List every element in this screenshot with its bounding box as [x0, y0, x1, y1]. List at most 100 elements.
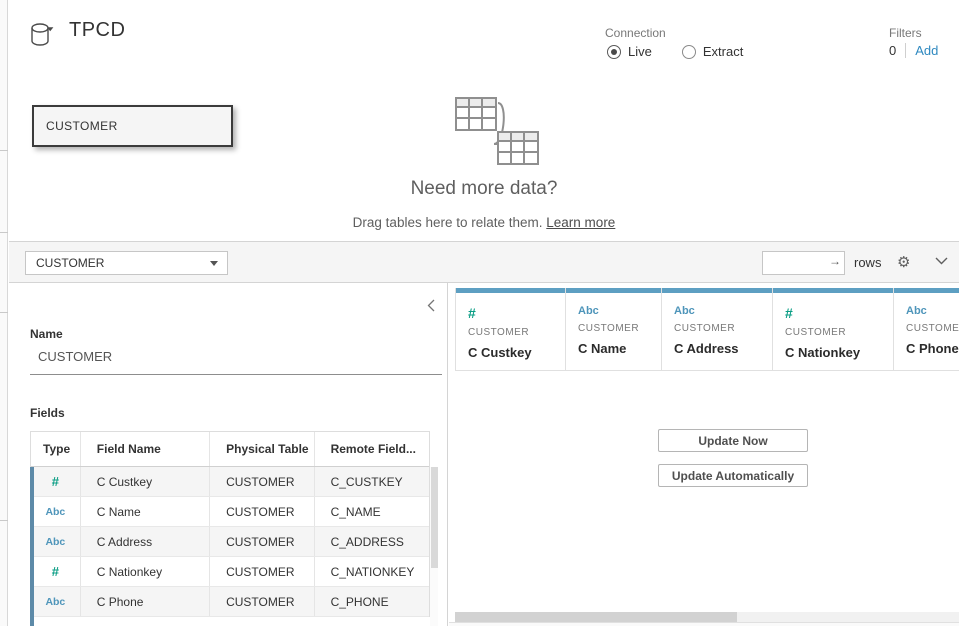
table-select-value: CUSTOMER — [36, 256, 104, 270]
column-table-name: CUSTOMER — [785, 327, 893, 338]
grid-toolbar: CUSTOMER → rows ⚙ — [9, 241, 959, 283]
field-row[interactable]: #C CustkeyCUSTOMERC_CUSTKEY — [31, 467, 429, 497]
fields-column-header[interactable]: Type — [31, 432, 81, 466]
column-accent-bar — [662, 288, 772, 293]
filters-divider — [905, 43, 906, 58]
fields-column-header[interactable]: Remote Field... — [315, 432, 429, 466]
filters-group: Filters 0 Add — [889, 26, 922, 40]
fields-table: TypeField NamePhysical TableRemote Field… — [30, 431, 430, 617]
column-field-name: C Address — [674, 341, 772, 356]
field-cell: C_ADDRESS — [315, 527, 429, 556]
field-cell: Abc — [31, 587, 81, 616]
data-grid-header: #CUSTOMERC CustkeyAbcCUSTOMERC NameAbcCU… — [455, 288, 959, 370]
string-type-icon: Abc — [45, 596, 65, 608]
grid-column-header[interactable]: AbcCUSTOMERC Name — [566, 288, 662, 370]
filters-count: 0 — [889, 43, 896, 58]
number-type-icon: # — [468, 305, 565, 321]
field-row[interactable]: AbcC PhoneCUSTOMERC_PHONE — [31, 587, 429, 617]
rows-arrow-icon[interactable]: → — [829, 254, 841, 268]
gear-icon[interactable]: ⚙ — [897, 253, 910, 271]
field-cell: C Name — [81, 497, 210, 526]
grid-horizontal-scroll-thumb[interactable] — [455, 612, 737, 622]
column-accent-bar — [773, 288, 893, 293]
connection-label: Connection — [605, 26, 666, 40]
column-accent-bar — [894, 288, 959, 293]
string-type-icon: Abc — [906, 305, 959, 317]
column-accent-bar — [456, 288, 565, 293]
field-row[interactable]: AbcC NameCUSTOMERC_NAME — [31, 497, 429, 527]
radio-extract[interactable] — [682, 45, 696, 59]
number-type-icon: # — [52, 474, 59, 489]
name-input-underline — [30, 374, 442, 375]
grid-bottom-strip — [449, 622, 959, 626]
radio-live-label: Live — [628, 44, 652, 59]
datasource-header: TPCD Connection Live Extract Filters 0 A… — [9, 0, 959, 90]
filters-add-link[interactable]: Add — [915, 43, 938, 58]
learn-more-link[interactable]: Learn more — [546, 215, 615, 230]
database-icon[interactable] — [30, 22, 64, 46]
datasource-title[interactable]: TPCD — [69, 19, 125, 42]
grid-column-header[interactable]: Abc CUSTOMER C Phone — [894, 288, 959, 370]
grid-header-divider — [455, 370, 959, 371]
collapse-panel-icon[interactable] — [427, 299, 435, 312]
fields-table-scrollbar[interactable] — [430, 467, 438, 626]
string-type-icon: Abc — [45, 506, 65, 518]
fields-table-header: TypeField NamePhysical TableRemote Field… — [31, 432, 429, 467]
radio-option-extract[interactable]: Extract — [682, 44, 743, 59]
field-cell: Abc — [31, 527, 81, 556]
grid-column-header[interactable]: AbcCUSTOMERC Address — [662, 288, 773, 370]
radio-option-live[interactable]: Live — [607, 44, 652, 59]
chevron-down-icon[interactable] — [935, 257, 948, 265]
field-cell: C Custkey — [81, 467, 210, 496]
grid-column-header[interactable]: #CUSTOMERC Nationkey — [773, 288, 894, 370]
column-accent-bar — [566, 288, 661, 293]
field-cell: C Nationkey — [81, 557, 210, 586]
field-cell: C Address — [81, 527, 210, 556]
update-automatically-button[interactable]: Update Automatically — [658, 464, 808, 487]
field-row[interactable]: AbcC AddressCUSTOMERC_ADDRESS — [31, 527, 429, 557]
connection-group: Connection Live Extract — [605, 26, 666, 40]
collapsed-pane-strip[interactable] — [0, 0, 8, 626]
field-metadata-panel: Name Fields TypeField NamePhysical Table… — [9, 283, 448, 626]
name-input[interactable] — [38, 349, 442, 364]
field-row[interactable]: # C NationkeyCUSTOMERC_NATIONKEY — [31, 557, 429, 587]
tables-relation-icon — [436, 92, 540, 168]
string-type-icon: Abc — [45, 536, 65, 548]
drag-tables-hint: Drag tables here to relate them. Learn m… — [9, 215, 959, 230]
pane-tick — [0, 150, 8, 151]
field-cell: # — [31, 467, 81, 496]
pane-tick — [0, 520, 8, 521]
column-field-name: C Phone — [906, 341, 959, 356]
fields-label: Fields — [30, 406, 65, 420]
grid-column-header[interactable]: #CUSTOMERC Custkey — [456, 288, 566, 370]
filters-label: Filters — [889, 26, 922, 40]
fields-table-selection-stripe — [30, 467, 34, 626]
pane-tick — [0, 232, 8, 233]
radio-live[interactable] — [607, 45, 621, 59]
field-cell: C_CUSTKEY — [315, 467, 429, 496]
table-select-dropdown[interactable]: CUSTOMER — [25, 251, 228, 275]
field-cell: # — [31, 557, 81, 586]
grid-horizontal-scrollbar[interactable] — [455, 612, 959, 622]
field-cell: Abc — [31, 497, 81, 526]
need-more-data-title: Need more data? — [9, 178, 959, 200]
field-cell: C_NATIONKEY — [315, 557, 429, 586]
canvas-table-node-customer[interactable]: CUSTOMER — [32, 105, 233, 147]
field-cell: CUSTOMER — [210, 557, 315, 586]
drag-tables-text: Drag tables here to relate them. — [353, 215, 547, 230]
fields-column-header[interactable]: Physical Table — [210, 432, 314, 466]
column-field-name: C Custkey — [468, 345, 565, 360]
fields-table-scroll-thumb[interactable] — [431, 467, 438, 568]
column-table-name: CUSTOMER — [578, 323, 661, 334]
field-cell: CUSTOMER — [210, 587, 315, 616]
field-cell: C_NAME — [315, 497, 429, 526]
column-table-name: CUSTOMER — [906, 323, 959, 334]
fields-table-body: # C Custkey CUSTOMER C_CUSTKEY Abc C Name CUST… — [31, 467, 429, 617]
relationship-canvas: CUSTOMER Need more data? Drag — [9, 90, 959, 241]
fields-column-header[interactable]: Field Name — [81, 432, 210, 466]
column-table-name: CUSTOMER — [674, 323, 772, 334]
update-now-button[interactable]: Update Now — [658, 429, 808, 452]
number-type-icon: # — [52, 564, 59, 579]
dropdown-caret-icon — [210, 261, 218, 266]
radio-extract-label: Extract — [703, 44, 743, 59]
